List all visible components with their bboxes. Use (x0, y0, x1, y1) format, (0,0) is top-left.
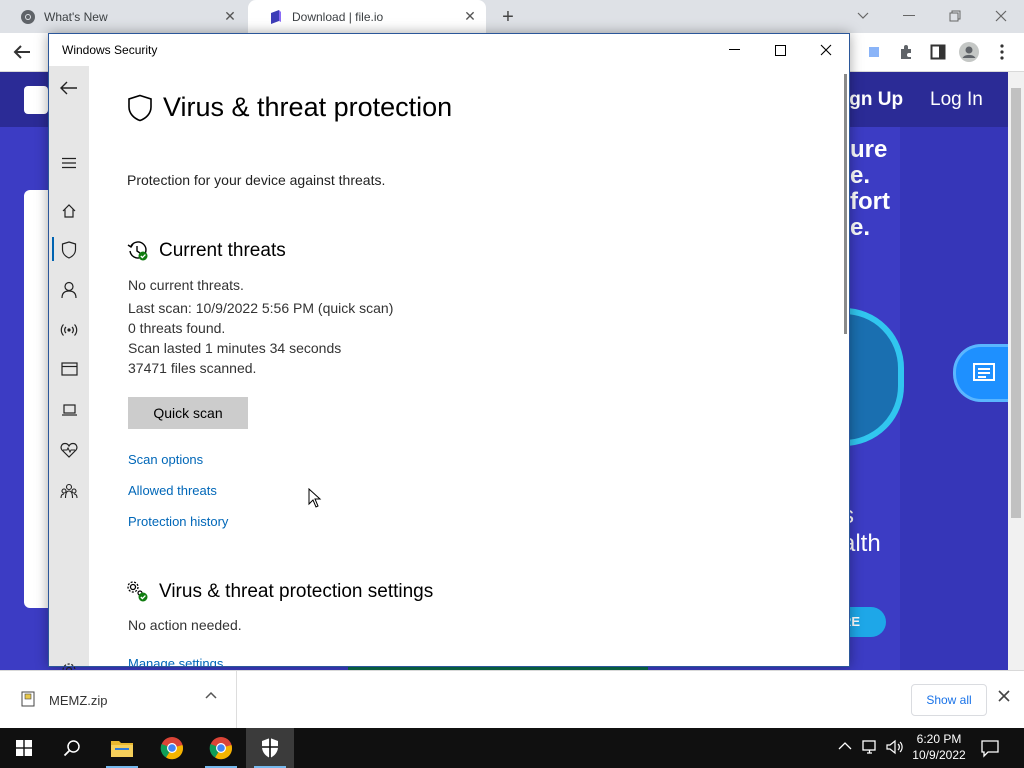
download-file-name: MEMZ.zip (49, 693, 108, 708)
scan-options-link[interactable]: Scan options (128, 452, 203, 467)
back-icon[interactable] (58, 77, 80, 99)
settings-gears-check-icon (127, 581, 148, 602)
window-titlebar[interactable]: Windows Security (49, 34, 849, 66)
windows-security-window: Windows Security Virus & threat protecti… (48, 33, 850, 677)
chrome-icon (160, 737, 184, 760)
download-item[interactable]: MEMZ.zip (0, 671, 237, 729)
chrome-icon (209, 737, 233, 760)
page-header: Virus & threat protection (127, 92, 452, 123)
profile-avatar-icon[interactable] (958, 41, 980, 63)
taskbar-file-explorer[interactable] (98, 728, 146, 768)
chrome-icon (21, 9, 35, 24)
security-shield-icon (262, 738, 278, 758)
shield-outline-icon (128, 94, 152, 121)
last-scan-text: Last scan: 10/9/2022 5:56 PM (quick scan… (128, 300, 394, 316)
fileio-icon (271, 9, 281, 24)
taskbar-chrome-1[interactable] (148, 728, 196, 768)
window-minimize-icon[interactable] (711, 34, 757, 66)
close-browser-icon[interactable] (989, 4, 1013, 28)
family-options-icon[interactable] (58, 480, 80, 502)
nav-active-indicator (52, 237, 54, 261)
menu-icon[interactable] (58, 152, 80, 174)
log-in-link[interactable]: Log In (930, 89, 983, 111)
manage-settings-link[interactable]: Manage settings (128, 656, 223, 666)
allowed-threats-link[interactable]: Allowed threats (128, 483, 217, 498)
window-title: Windows Security (62, 43, 158, 57)
taskbar-clock[interactable]: 6:20 PM 10/9/2022 (905, 731, 973, 763)
volume-icon[interactable] (886, 739, 904, 755)
shield-icon[interactable] (58, 239, 80, 261)
back-arrow-icon[interactable] (11, 41, 33, 63)
clock-date: 10/9/2022 (912, 748, 966, 762)
protection-settings-header: Virus & threat protection settings (127, 581, 433, 603)
content-scrollbar[interactable] (844, 74, 847, 334)
clock-time: 6:20 PM (916, 732, 962, 746)
action-center-icon[interactable] (980, 738, 1000, 758)
windows-logo-icon (16, 740, 32, 756)
home-icon[interactable] (58, 200, 80, 222)
tray-overflow-icon[interactable] (838, 741, 852, 751)
tab-label: Download | file.io (292, 9, 384, 24)
site-logo (24, 86, 48, 114)
threats-found-text: 0 threats found. (128, 320, 226, 336)
tab-whats-new[interactable]: What's New ✕ (0, 0, 246, 33)
taskbar-chrome-2[interactable] (197, 728, 245, 768)
search-icon (63, 740, 80, 757)
hero-text: ure e. fort e. (850, 136, 890, 241)
tab-label: What's New (44, 9, 108, 24)
files-scanned-text: 37471 files scanned. (128, 360, 257, 376)
minimize-icon[interactable] (897, 4, 921, 28)
start-button[interactable] (0, 728, 48, 768)
firewall-icon[interactable] (58, 319, 80, 341)
browser-tab-strip: What's New ✕ Download | file.io ✕ + (0, 0, 1024, 33)
device-health-icon[interactable] (58, 439, 80, 461)
device-security-icon[interactable] (58, 399, 80, 421)
close-downloads-icon[interactable] (998, 690, 1010, 702)
page-scroll-thumb[interactable] (1011, 88, 1021, 518)
app-browser-control-icon[interactable] (58, 358, 80, 380)
downloads-bar: MEMZ.zip Show all (0, 670, 1024, 729)
threat-status: No current threats. (128, 277, 244, 293)
page-title: Virus & threat protection (163, 92, 453, 122)
menu-kebab-icon[interactable] (991, 41, 1013, 63)
extensions-puzzle-icon[interactable] (895, 41, 917, 63)
zip-file-icon (21, 691, 35, 707)
protection-history-link[interactable]: Protection history (128, 514, 228, 529)
chat-widget-button[interactable] (953, 344, 1011, 402)
new-tab-button[interactable]: + (498, 7, 518, 27)
quick-scan-button[interactable]: Quick scan (128, 397, 248, 429)
scan-duration-text: Scan lasted 1 minutes 34 seconds (128, 340, 342, 356)
side-panel-icon[interactable] (927, 41, 949, 63)
chat-icon (972, 363, 995, 381)
threat-history-check-icon (127, 241, 148, 261)
folder-icon (111, 741, 133, 757)
show-all-button[interactable]: Show all (911, 684, 987, 716)
security-nav-rail (49, 66, 89, 677)
window-maximize-icon[interactable] (757, 34, 803, 66)
extension-fileio-icon[interactable] (863, 41, 885, 63)
close-tab-icon[interactable]: ✕ (462, 8, 478, 24)
sign-up-link[interactable]: ign Up (844, 89, 903, 111)
taskbar-windows-security[interactable] (246, 728, 294, 768)
tab-download-fileio[interactable]: Download | file.io ✕ (248, 0, 486, 33)
current-threats-header: Current threats (127, 240, 286, 262)
chevron-up-icon[interactable] (205, 691, 217, 699)
network-icon[interactable] (862, 739, 880, 755)
mouse-cursor-icon (308, 488, 322, 508)
security-content-pane: Virus & threat protection Protection for… (89, 66, 849, 666)
close-tab-icon[interactable]: ✕ (222, 8, 238, 24)
windows-taskbar: 6:20 PM 10/9/2022 (0, 728, 1024, 768)
page-scrollbar[interactable] (1008, 72, 1024, 670)
tab-search-icon[interactable] (851, 4, 875, 28)
restore-icon[interactable] (943, 4, 967, 28)
page-subtitle: Protection for your device against threa… (127, 172, 386, 188)
protection-settings-title: Virus & threat protection settings (159, 581, 434, 602)
current-threats-title: Current threats (159, 240, 286, 261)
window-close-icon[interactable] (803, 34, 849, 66)
taskbar-search-button[interactable] (48, 728, 96, 768)
settings-status: No action needed. (128, 617, 242, 633)
account-icon[interactable] (58, 279, 80, 301)
